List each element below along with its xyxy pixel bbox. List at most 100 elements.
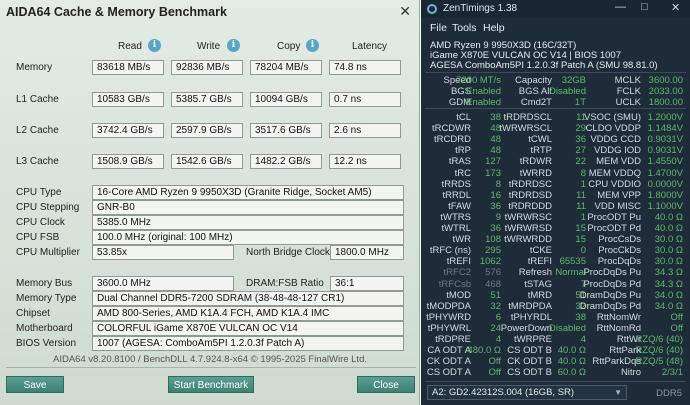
cpu-fsb-value: 100.0 MHz (original: 100 MHz) bbox=[92, 230, 404, 245]
memory-read-value: 83618 MB/s bbox=[92, 60, 164, 75]
timing-label: Nitro bbox=[620, 367, 641, 379]
memory-latency-value: 74.8 ns bbox=[329, 60, 401, 75]
timing-value: 0 bbox=[580, 245, 586, 257]
dimm-select[interactable]: A2: GD2.42312S.004 (16GB, SR) ▼ bbox=[427, 385, 627, 400]
timing-value: 15 bbox=[575, 234, 586, 246]
timing-label: tRAS bbox=[448, 156, 471, 168]
save-button[interactable]: Save bbox=[6, 376, 64, 393]
timing-value: 51 bbox=[490, 289, 501, 301]
timing-label: tRFCsb bbox=[438, 278, 471, 290]
timing-value: 0.9031V bbox=[647, 134, 683, 146]
timing-label: tPHYRDL bbox=[510, 311, 552, 323]
timing-value: 38 bbox=[490, 112, 501, 123]
l2-read-value: 3742.4 GB/s bbox=[92, 123, 164, 138]
title-bar: ZenTimings 1.38 — □ ✕ bbox=[421, 0, 690, 18]
memory-bus-value: 3600.0 MHz bbox=[92, 276, 234, 291]
timing-value: 295 bbox=[485, 245, 501, 257]
close-icon[interactable]: ✕ bbox=[399, 3, 411, 20]
dram-fsb-value: 36:1 bbox=[330, 276, 404, 291]
cpu-clock-label: CPU Clock bbox=[16, 217, 65, 228]
timing-label: RttNomRd bbox=[596, 322, 641, 334]
chipset-label: Chipset bbox=[16, 308, 50, 319]
setting-value: Enabled bbox=[466, 86, 501, 97]
memory-copy-value: 78204 MB/s bbox=[250, 60, 322, 75]
timing-label: tWR bbox=[452, 234, 471, 246]
timing-value: Off bbox=[488, 367, 502, 379]
timing-value: 8 bbox=[495, 178, 501, 190]
timing-label: tMRDPDA bbox=[508, 300, 552, 312]
timing-value: 40.0 Ω bbox=[654, 211, 683, 223]
timing-value: 27 bbox=[575, 145, 586, 157]
timing-value: 30.0 Ω bbox=[654, 256, 683, 268]
cpu-type-label: CPU Type bbox=[16, 187, 62, 198]
timing-label: VSOC (SMU) bbox=[584, 112, 641, 123]
l2-copy-value: 3517.6 GB/s bbox=[250, 123, 322, 138]
timing-value: 36 bbox=[490, 223, 501, 234]
close-icon[interactable]: ✕ bbox=[671, 1, 680, 14]
chevron-down-icon: ▼ bbox=[614, 388, 622, 397]
timing-label: tRDRDSC bbox=[508, 178, 552, 190]
timing-label: tRCDWR bbox=[431, 123, 471, 135]
menu-file[interactable]: File bbox=[430, 22, 447, 34]
row-label-l2: L2 Cache bbox=[16, 125, 59, 136]
timing-value: 0.0000V bbox=[647, 178, 683, 190]
start-benchmark-button[interactable]: Start Benchmark bbox=[168, 376, 254, 393]
timing-value: 1.4550V bbox=[647, 156, 683, 168]
timing-label: tRFC (ns) bbox=[429, 245, 471, 257]
setting-value: 1800.00 bbox=[648, 97, 683, 108]
minimize-icon[interactable]: — bbox=[615, 1, 626, 13]
timing-value: 16 bbox=[490, 189, 501, 201]
maximize-icon[interactable]: □ bbox=[641, 1, 648, 13]
memory-type-value: Dual Channel DDR5-7200 SDRAM (38-48-48-1… bbox=[92, 291, 404, 306]
timing-label: tCL bbox=[456, 112, 471, 123]
menu-help[interactable]: Help bbox=[483, 22, 505, 34]
l2-latency-value: 2.6 ns bbox=[329, 123, 401, 138]
timing-value: 480.0 Ω bbox=[467, 345, 501, 357]
timing-label: tRDRDDD bbox=[508, 200, 552, 212]
timing-label: DramDqDs Pu bbox=[579, 289, 641, 301]
setting-label: BGS Alt bbox=[518, 86, 552, 97]
timing-label: tRFC2 bbox=[443, 267, 471, 279]
write-info-icon[interactable]: i bbox=[227, 39, 240, 52]
timing-value: 34.0 Ω bbox=[654, 300, 683, 312]
timing-value: 9 bbox=[495, 211, 501, 223]
app-icon bbox=[427, 4, 437, 14]
version-footer: AIDA64 v8.20.8100 / BenchDLL 4.7.924.8-x… bbox=[52, 354, 367, 365]
timing-value: 1 bbox=[580, 211, 586, 223]
memory-type-label: Memory Type bbox=[16, 293, 77, 304]
timing-label: CS ODT B bbox=[507, 367, 552, 379]
timing-value: 108 bbox=[485, 234, 501, 246]
timing-label: tRP bbox=[455, 145, 471, 157]
window-title: ZenTimings 1.38 bbox=[443, 3, 518, 14]
setting-value: Disabled bbox=[549, 86, 586, 97]
bios-label: BIOS Version bbox=[16, 338, 77, 349]
zentimings-window: ZenTimings 1.38 — □ ✕ File Tools Help AM… bbox=[421, 0, 690, 405]
cpu-stepping-value: GNR-B0 bbox=[92, 200, 404, 215]
chipset-value: AMD 800-Series, AMD K1A.4 FCH, AMD K1A.4… bbox=[92, 306, 404, 321]
timing-value: 11 bbox=[576, 200, 586, 212]
timing-value: 22 bbox=[575, 156, 586, 168]
timing-label: tRRDS bbox=[441, 178, 471, 190]
menu-tools[interactable]: Tools bbox=[452, 22, 477, 34]
timing-value: Off bbox=[670, 311, 684, 323]
l3-copy-value: 1482.2 GB/s bbox=[250, 154, 322, 169]
setting-value: 32GB bbox=[561, 75, 586, 86]
timing-value: 48 bbox=[490, 134, 501, 146]
l1-read-value: 10583 GB/s bbox=[92, 92, 164, 107]
timing-value: 468 bbox=[485, 278, 501, 290]
timing-value: 1062 bbox=[479, 256, 501, 268]
timing-label: tWRWRSCL bbox=[499, 123, 552, 135]
read-info-icon[interactable]: i bbox=[148, 39, 161, 52]
motherboard-label: Motherboard bbox=[16, 323, 73, 334]
memory-write-value: 92836 MB/s bbox=[171, 60, 243, 75]
timing-value: 48 bbox=[490, 145, 501, 157]
timing-value: 1 bbox=[580, 178, 586, 190]
timing-value: 2/3/1 bbox=[661, 367, 683, 379]
timing-label: tFAW bbox=[448, 200, 471, 212]
timing-value: RZQ/5 (48) bbox=[635, 356, 683, 368]
close-button[interactable]: Close bbox=[357, 376, 415, 393]
l1-copy-value: 10094 GB/s bbox=[250, 92, 322, 107]
copy-info-icon[interactable]: i bbox=[306, 39, 319, 52]
row-label-memory: Memory bbox=[16, 62, 53, 73]
timing-label: CK ODT A bbox=[426, 356, 471, 368]
